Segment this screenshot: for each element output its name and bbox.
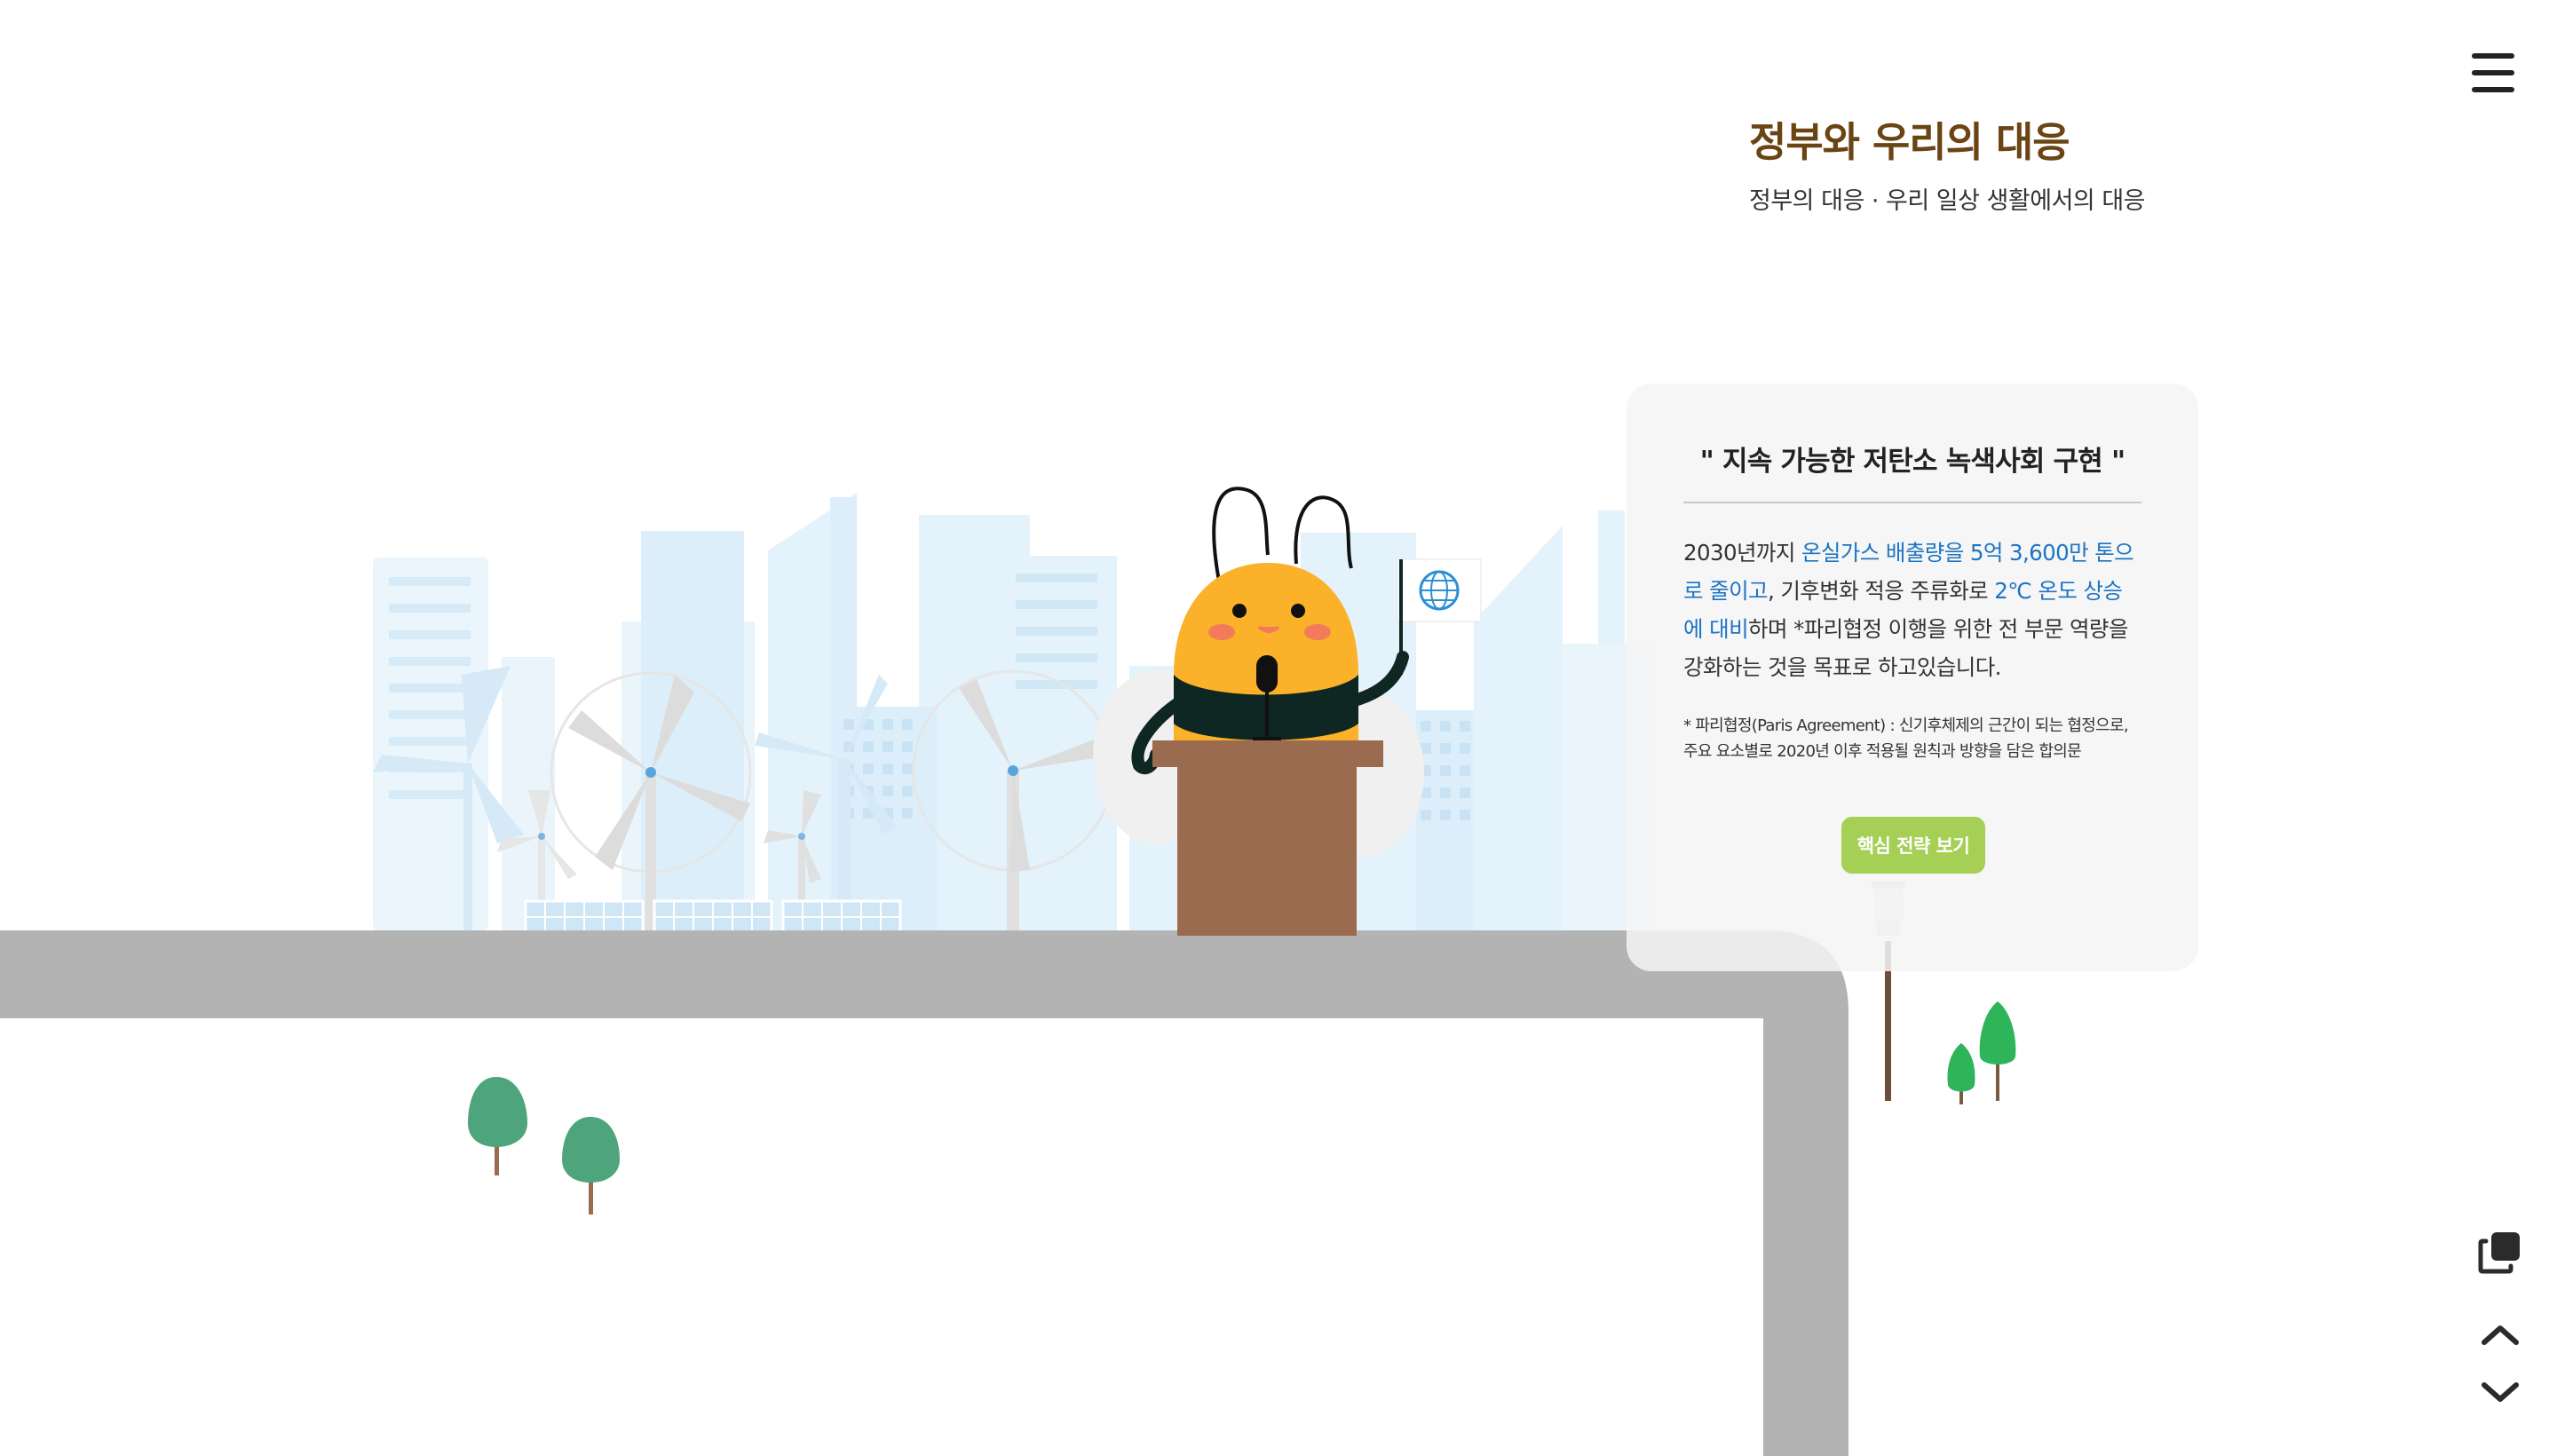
copy-icon [2478, 1232, 2520, 1274]
page-subtitle: 정부의 대응 · 우리 일상 생활에서의 대응 [1749, 187, 2146, 215]
scroll-up-button[interactable] [2479, 1318, 2521, 1353]
card-footnote: * 파리협정(Paris Agreement) : 신기후체제의 근간이 되는 … [1683, 716, 2129, 761]
copy-button[interactable] [2477, 1229, 2523, 1275]
view-key-strategy-button[interactable]: 핵심 전략 보기 [1841, 817, 1985, 874]
road [0, 930, 1848, 1456]
chevron-down-icon [2482, 1382, 2519, 1402]
scroll-down-button[interactable] [2479, 1374, 2521, 1410]
info-card: " 지속 가능한 저탄소 녹색사회 구현 " 2030년까지 온실가스 배출량을… [1627, 384, 2198, 971]
card-quote: " 지속 가능한 저탄소 녹색사회 구현 " [1683, 439, 2141, 503]
menu-button[interactable] [2472, 53, 2514, 92]
card-body: 2030년까지 온실가스 배출량을 5억 3,600만 톤으로 줄이고, 기후변… [1683, 540, 2134, 680]
page-title: 정부와 우리의 대응 [1749, 118, 2070, 166]
chevron-up-icon [2482, 1325, 2519, 1345]
hamburger-menu-icon [2472, 53, 2514, 59]
